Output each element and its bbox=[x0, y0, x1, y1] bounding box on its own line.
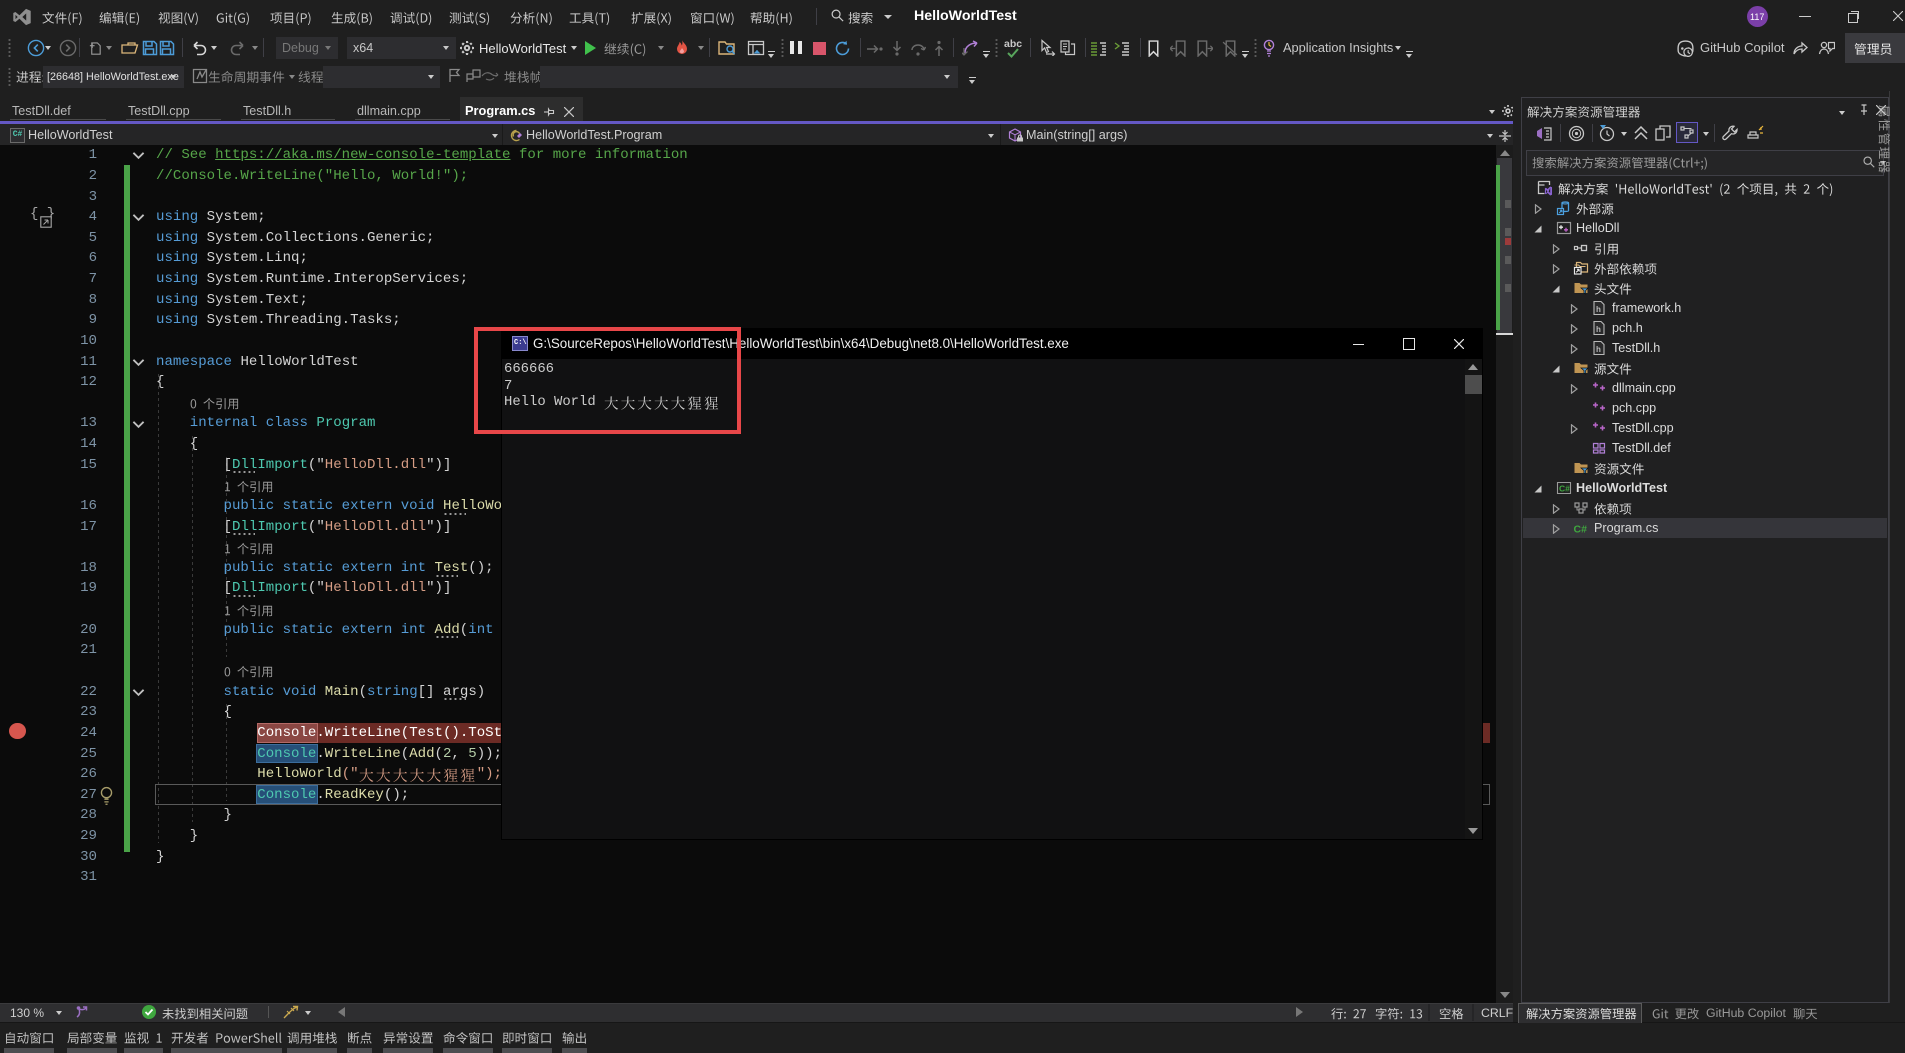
svg-text:C#: C# bbox=[1559, 484, 1570, 494]
svg-text:h: h bbox=[1596, 345, 1601, 354]
svg-text:C#: C# bbox=[1574, 524, 1588, 536]
svg-text:h: h bbox=[1596, 305, 1601, 314]
svg-text:h: h bbox=[1596, 325, 1601, 334]
